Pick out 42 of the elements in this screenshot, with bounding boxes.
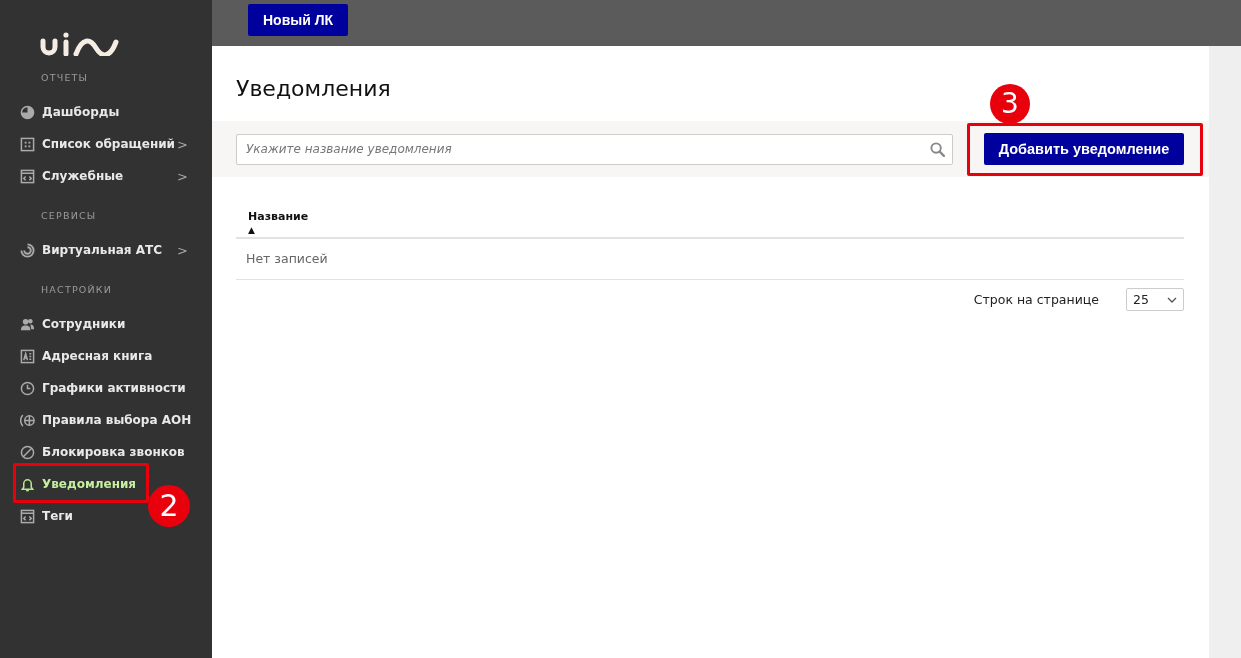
nav-item[interactable]: Уведомления — [0, 468, 141, 500]
annotation-number: 3 — [990, 84, 1030, 124]
section-title: СЕРВИСЫ — [40, 209, 98, 223]
nav-item[interactable]: Виртуальная АТС > — [0, 234, 196, 266]
add-notification-button[interactable]: Добавить уведомление — [984, 133, 1184, 165]
empty-message: Нет записей — [236, 239, 1184, 280]
sort-arrow-icon: ▲ — [248, 223, 309, 237]
blocked-icon — [20, 444, 35, 460]
address-card-icon — [20, 348, 35, 364]
people-icon — [20, 316, 35, 332]
new-cabinet-button[interactable]: Новый ЛК — [248, 4, 349, 36]
annotation-number: 2 — [148, 485, 190, 527]
nav-item[interactable]: Графики активности — [0, 372, 190, 404]
chevron-icon: > — [177, 136, 188, 152]
nav-item[interactable]: Правила выбора АОН — [0, 404, 196, 436]
rows-per-page-label: Строк на странице — [973, 292, 1099, 307]
chevron-icon — [1167, 296, 1177, 303]
search-icon — [930, 141, 945, 157]
spiral-icon — [20, 242, 35, 258]
list-icon — [20, 136, 35, 152]
globe-icon — [20, 412, 35, 428]
section-title: НАСТРОЙКИ — [40, 283, 114, 297]
page-title: Уведомления — [236, 76, 392, 101]
search-field[interactable]: Укажите название уведомления — [236, 133, 953, 165]
nav-item[interactable]: Блокировка звонков — [0, 436, 189, 468]
chevron-icon: > — [177, 242, 188, 258]
clock-icon — [20, 380, 35, 396]
code-window-icon — [20, 508, 35, 524]
nav-item[interactable]: Сотрудники — [0, 308, 130, 340]
nav-item[interactable]: Теги — [0, 500, 77, 532]
bell-icon — [20, 476, 35, 492]
chevron-icon: > — [177, 168, 188, 184]
nav-item[interactable]: Дашборды — [0, 96, 124, 128]
nav-item[interactable]: Список обращений> — [0, 128, 196, 160]
pie-chart-icon — [20, 104, 35, 120]
nav-item[interactable]: Служебные > — [0, 160, 196, 192]
rows-per-page-select[interactable]: 25 — [1126, 288, 1184, 311]
column-header[interactable]: Название ▲ — [248, 211, 309, 237]
logo-icon — [40, 32, 120, 56]
nav-item[interactable]: Адресная книга — [0, 340, 157, 372]
code-window-icon — [20, 168, 35, 184]
section-title: ОТЧЕТЫ — [40, 71, 90, 85]
